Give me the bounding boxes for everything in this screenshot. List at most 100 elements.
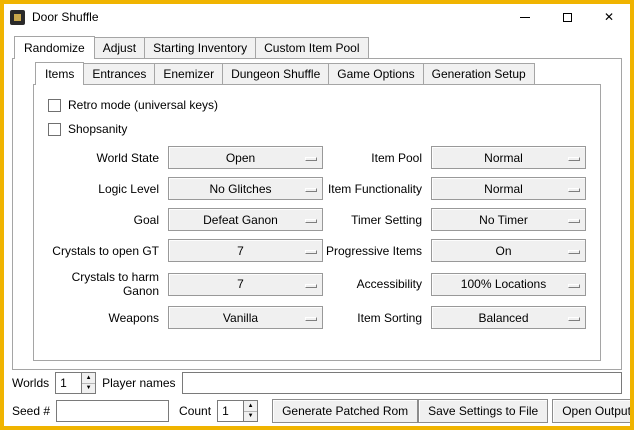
save-settings-button[interactable]: Save Settings to File [418,399,548,423]
tab-enemizer[interactable]: Enemizer [154,63,223,84]
spin-down-icon[interactable]: ▼ [244,412,257,422]
timer-setting-label: Timer Setting [323,213,431,227]
weapons-label: Weapons [40,311,168,325]
caption-buttons: ✕ [504,4,630,30]
tab-adjust[interactable]: Adjust [94,37,145,58]
worlds-row: Worlds ▲ ▼ Player names [12,372,622,394]
tab-randomize[interactable]: Randomize [14,36,95,59]
retro-mode-label: Retro mode (universal keys) [68,98,218,112]
seed-row: Seed # Count ▲ ▼ Generate Patched Rom Sa… [12,399,622,423]
minimize-button[interactable] [504,4,546,30]
top-tab-bar: Randomize Adjust Starting Inventory Cust… [12,36,622,58]
goal-dropdown[interactable]: Defeat Ganon [168,208,323,231]
item-sorting-label: Item Sorting [323,311,431,325]
option-row: Crystals to harm Ganon 7 Accessibility 1… [40,270,594,298]
tab-starting-inventory[interactable]: Starting Inventory [144,37,256,58]
tab-dungeon-shuffle[interactable]: Dungeon Shuffle [222,63,329,84]
goal-label: Goal [40,213,168,227]
logic-level-value: No Glitches [209,182,281,196]
world-state-dropdown[interactable]: Open [168,146,323,169]
count-spin-arrows: ▲ ▼ [243,400,258,422]
item-functionality-value: Normal [484,182,533,196]
right-buttons: Save Settings to File Open Output Direct… [418,399,634,423]
item-pool-value: Normal [484,151,533,165]
minimize-icon [520,17,530,18]
close-button[interactable]: ✕ [588,4,630,30]
inner-tab-bar: Items Entrances Enemizer Dungeon Shuffle… [33,62,601,84]
count-label: Count [179,404,211,418]
worlds-spinbox: ▲ ▼ [55,372,96,394]
dropdown-indicator-icon [305,250,317,254]
player-names-input[interactable] [182,372,623,394]
crystals-ganon-dropdown[interactable]: 7 [168,273,323,296]
app-icon [10,10,25,25]
weapons-dropdown[interactable]: Vanilla [168,306,323,329]
spin-up-icon[interactable]: ▲ [82,373,95,384]
timer-setting-value: No Timer [479,213,538,227]
item-pool-dropdown[interactable]: Normal [431,146,586,169]
close-icon: ✕ [604,11,614,23]
app-window: Door Shuffle ✕ Randomize Adjust Starting… [0,0,634,430]
tab-generation-setup[interactable]: Generation Setup [423,63,535,84]
dropdown-indicator-icon [568,188,580,192]
option-row: Logic Level No Glitches Item Functionali… [40,177,594,200]
item-pool-label: Item Pool [323,151,431,165]
shopsanity-checkbox[interactable] [48,123,61,136]
progressive-items-label: Progressive Items [323,244,431,258]
dropdown-indicator-icon [305,219,317,223]
option-row: Goal Defeat Ganon Timer Setting No Timer [40,208,594,231]
worlds-label: Worlds [12,376,49,390]
progressive-items-value: On [495,244,521,258]
timer-setting-dropdown[interactable]: No Timer [431,208,586,231]
window-content: Randomize Adjust Starting Inventory Cust… [4,30,630,426]
dropdown-indicator-icon [568,157,580,161]
worlds-input[interactable] [55,372,81,394]
tab-game-options[interactable]: Game Options [328,63,423,84]
world-state-value: Open [226,151,265,165]
weapons-value: Vanilla [223,311,268,325]
bottom-controls: Worlds ▲ ▼ Player names Seed # Count [12,367,622,423]
shopsanity-label: Shopsanity [68,122,127,136]
accessibility-label: Accessibility [323,277,431,291]
item-sorting-value: Balanced [478,311,538,325]
seed-input[interactable] [56,400,169,422]
accessibility-value: 100% Locations [461,277,556,291]
tab-items[interactable]: Items [35,62,84,85]
open-output-directory-button[interactable]: Open Output Directory [552,399,634,423]
randomize-pane: Items Entrances Enemizer Dungeon Shuffle… [12,58,622,370]
logic-level-label: Logic Level [40,182,168,196]
dropdown-indicator-icon [305,188,317,192]
option-row: Weapons Vanilla Item Sorting Balanced [40,306,594,329]
logic-level-dropdown[interactable]: No Glitches [168,177,323,200]
goal-value: Defeat Ganon [203,213,288,227]
crystals-gt-dropdown[interactable]: 7 [168,239,323,262]
tab-custom-item-pool[interactable]: Custom Item Pool [255,37,368,58]
progressive-items-dropdown[interactable]: On [431,239,586,262]
window-title: Door Shuffle [32,10,99,24]
retro-mode-checkbox[interactable] [48,99,61,112]
spin-down-icon[interactable]: ▼ [82,384,95,394]
maximize-button[interactable] [546,4,588,30]
accessibility-dropdown[interactable]: 100% Locations [431,273,586,296]
dropdown-indicator-icon [568,219,580,223]
title-bar[interactable]: Door Shuffle ✕ [4,4,630,30]
item-sorting-dropdown[interactable]: Balanced [431,306,586,329]
crystals-ganon-label: Crystals to harm Ganon [40,270,168,298]
option-row: World State Open Item Pool Normal [40,146,594,169]
item-functionality-dropdown[interactable]: Normal [431,177,586,200]
spin-up-icon[interactable]: ▲ [244,401,257,412]
dropdown-indicator-icon [305,157,317,161]
dropdown-indicator-icon [305,317,317,321]
count-spinbox: ▲ ▼ [217,400,258,422]
crystals-gt-value: 7 [237,244,254,258]
item-functionality-label: Item Functionality [323,182,431,196]
worlds-spin-arrows: ▲ ▼ [81,372,96,394]
generate-patched-rom-button[interactable]: Generate Patched Rom [272,399,418,423]
count-input[interactable] [217,400,243,422]
retro-mode-row: Retro mode (universal keys) [48,98,594,112]
crystals-gt-label: Crystals to open GT [40,244,168,258]
crystals-ganon-value: 7 [237,277,254,291]
player-names-label: Player names [102,376,175,390]
tab-entrances[interactable]: Entrances [83,63,155,84]
dropdown-indicator-icon [568,250,580,254]
